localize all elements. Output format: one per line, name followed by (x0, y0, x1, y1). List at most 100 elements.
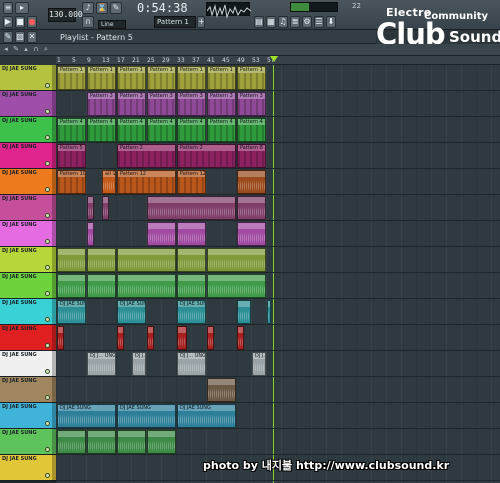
pattern-clip[interactable]: Pattern 4 (207, 118, 236, 142)
stop-button[interactable]: ■ (15, 16, 25, 28)
audio-clip[interactable]: DJ JAE SUNG (177, 300, 206, 324)
audio-clip[interactable] (57, 274, 86, 298)
pencil-icon[interactable]: ✎ (12, 45, 20, 54)
playlist-grid[interactable]: Pattern 1 Pattern 1 Pattern 1 Pattern 1 Patt… (56, 65, 500, 483)
track-mute-led[interactable] (45, 421, 50, 426)
snap-magnet-icon[interactable]: ∩ (82, 16, 94, 28)
pattern-clip[interactable]: Pattern 4 (237, 118, 266, 142)
audio-clip[interactable]: DJ JAE SUNG (57, 300, 86, 324)
audio-clip[interactable] (102, 196, 109, 220)
audio-clip[interactable]: DJ J... UNG (87, 352, 116, 376)
pattern-clip[interactable]: Pattern 4 (87, 118, 116, 142)
audio-clip[interactable]: DJ JAE SUNG (57, 404, 116, 428)
song-position-marker[interactable] (270, 56, 278, 62)
audio-clip[interactable]: DJ J... UNG (132, 352, 146, 376)
track-header[interactable]: DJ JAE SUNG (0, 403, 56, 429)
track-mute-led[interactable] (45, 447, 50, 452)
pattern-clip[interactable]: Pattern 4 (147, 118, 176, 142)
pattern-clip[interactable]: Pattern 3 (207, 92, 236, 116)
pattern-clip[interactable]: Pattern 1 (57, 66, 86, 90)
track-mute-led[interactable] (45, 83, 50, 88)
track-header[interactable]: DJ JAE SUNG (0, 377, 56, 403)
audio-clip[interactable] (237, 300, 251, 324)
audio-clip[interactable] (117, 248, 176, 272)
pattern-song-toggle[interactable]: ▸ (15, 2, 29, 14)
pattern-clip[interactable]: Pattern 2 (117, 144, 176, 168)
audio-clip[interactable] (177, 222, 206, 246)
menu-button[interactable]: ≡ (3, 2, 13, 14)
audio-clip[interactable] (267, 300, 271, 324)
audio-clip[interactable] (57, 248, 86, 272)
audio-clip[interactable] (147, 326, 154, 350)
pattern-clip[interactable]: Pattern 3 (117, 92, 146, 116)
playlist-menu-icon[interactable]: ◂ (2, 45, 10, 54)
audio-clip[interactable] (147, 222, 176, 246)
track-header[interactable]: DJ JAE SUNG (0, 117, 56, 143)
audio-clip[interactable]: DJ JAE SUNG (117, 300, 146, 324)
audio-clip[interactable] (177, 326, 188, 350)
audio-clip[interactable] (87, 430, 116, 454)
audio-clip[interactable] (207, 248, 266, 272)
pattern-selector[interactable]: Pattern 1 (154, 16, 196, 28)
pattern-clip[interactable]: Pattern 4 (177, 118, 206, 142)
song-time-display[interactable]: 0:54:38 (137, 1, 199, 15)
track-header[interactable]: DJ JAE SUNG (0, 325, 56, 351)
pattern-clip[interactable]: Pattern 12 (177, 170, 206, 194)
track-mute-led[interactable] (45, 291, 50, 296)
tempo-display[interactable]: 130.000 (48, 8, 83, 22)
audio-clip[interactable] (117, 326, 124, 350)
audio-clip[interactable] (177, 274, 206, 298)
zoom-icon[interactable]: ⌕ (42, 45, 50, 54)
audio-clip[interactable] (237, 170, 266, 194)
pattern-clip[interactable]: Pattern 5 (57, 144, 86, 168)
pattern-clip[interactable]: Pattern 1 (237, 66, 266, 90)
audio-clip[interactable] (207, 274, 266, 298)
pattern-clip[interactable]: Pattern 2 (177, 144, 236, 168)
audio-clip[interactable] (87, 248, 116, 272)
track-mute-led[interactable] (45, 187, 50, 192)
track-mute-led[interactable] (45, 369, 50, 374)
track-header[interactable]: DJ JAE SUNG (0, 143, 56, 169)
step-edit-button[interactable]: ✎ (110, 2, 122, 14)
audio-clip[interactable] (87, 222, 94, 246)
track-mute-led[interactable] (45, 135, 50, 140)
audio-clip[interactable]: all 1 dies (102, 170, 116, 194)
audio-clip[interactable] (117, 274, 176, 298)
mixer-button[interactable]: ≣ (290, 16, 300, 28)
track-header[interactable]: DJ JAE SUNG (0, 299, 56, 325)
tool-paint-icon[interactable]: ▧ (15, 31, 25, 43)
audio-clip[interactable] (147, 430, 176, 454)
pattern-clip[interactable]: Pattern 4 (117, 118, 146, 142)
pattern-clip[interactable]: Pattern 3 (147, 92, 176, 116)
audio-clip[interactable] (57, 430, 86, 454)
track-mute-led[interactable] (45, 317, 50, 322)
track-mute-led[interactable] (45, 265, 50, 270)
tool-draw-icon[interactable]: ✎ (3, 31, 13, 43)
audio-clip[interactable] (117, 430, 146, 454)
browser-button[interactable]: ▤ (254, 16, 264, 28)
track-header[interactable]: DJ JAE SUNG (0, 455, 56, 481)
audio-clip[interactable]: DJ J... UNG (252, 352, 266, 376)
pattern-clip[interactable]: Pattern 8 (237, 144, 266, 168)
track-header[interactable]: DJ JAE SUNG (0, 351, 56, 377)
track-mute-led[interactable] (45, 395, 50, 400)
playlist-button[interactable]: ☰ (314, 16, 324, 28)
channel-rack-button[interactable]: ▦ (266, 16, 276, 28)
track-mute-led[interactable] (45, 213, 50, 218)
plugin-button[interactable]: ⚙ (302, 16, 312, 28)
track-header[interactable]: DJ JAE SUNG (0, 195, 56, 221)
snap-select[interactable]: Line (98, 20, 126, 29)
audio-clip[interactable]: DJ J... UNG (177, 352, 206, 376)
audio-clip[interactable] (87, 274, 116, 298)
pattern-clip[interactable]: Pattern 1 (87, 66, 116, 90)
magnet-icon[interactable]: ∩ (32, 45, 40, 54)
track-header[interactable]: DJ JAE SUNG (0, 429, 56, 455)
save-button[interactable]: ⬇ (326, 16, 336, 28)
audio-clip[interactable] (237, 222, 266, 246)
pattern-clip[interactable]: Pattern 1 (207, 66, 236, 90)
audio-clip[interactable]: DJ JAE SUNG (117, 404, 176, 428)
tool-delete-icon[interactable]: ✕ (27, 31, 37, 43)
audio-clip[interactable] (207, 378, 236, 402)
play-button[interactable]: ▶ (3, 16, 13, 28)
track-mute-led[interactable] (45, 161, 50, 166)
